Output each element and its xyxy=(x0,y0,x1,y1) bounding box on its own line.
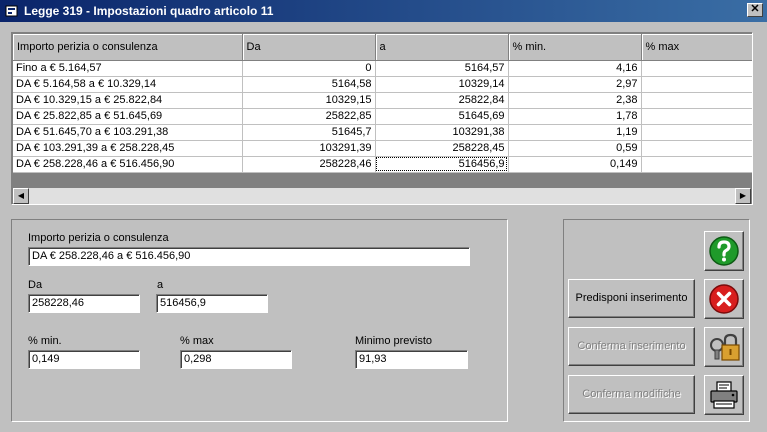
table-row-selected[interactable]: DA € 258.228,46 a € 516.456,90 258228,46… xyxy=(13,156,752,173)
grid-table: Importo perizia o consulenza Da a % min.… xyxy=(13,34,752,173)
cell-min[interactable]: 2,97 xyxy=(508,76,642,93)
cell-min[interactable]: 2,38 xyxy=(508,92,642,109)
cell-da[interactable]: 51645,7 xyxy=(242,124,376,141)
table-row[interactable]: DA € 103.291,39 a € 258.228,45 103291,39… xyxy=(13,140,752,157)
table-row[interactable]: DA € 51.645,70 a € 103.291,38 51645,7 10… xyxy=(13,124,752,141)
horizontal-scrollbar[interactable]: ◀ ▶ xyxy=(13,188,751,204)
cancel-icon xyxy=(709,284,739,314)
cell-da[interactable]: 10329,15 xyxy=(242,92,376,109)
conferma-modifiche-button[interactable]: Conferma modifiche xyxy=(568,375,695,414)
cell-max[interactable]: 4 xyxy=(641,92,752,109)
min-percent-label: % min. xyxy=(28,335,62,347)
cell-importo[interactable]: DA € 5.164,58 a € 10.329,14 xyxy=(13,76,243,93)
min-percent-field[interactable]: 0,149 xyxy=(28,350,140,369)
app-icon xyxy=(5,5,18,17)
da-label: Da xyxy=(28,279,43,291)
window-title: Legge 319 - Impostazioni quadro articolo… xyxy=(24,4,274,18)
cell-a[interactable]: 10329,14 xyxy=(375,76,509,93)
close-icon: ✕ xyxy=(750,3,760,15)
cell-importo[interactable]: DA € 25.822,85 a € 51.645,69 xyxy=(13,108,243,125)
a-field[interactable]: 516456,9 xyxy=(156,294,268,313)
minimo-previsto-label: Minimo previsto xyxy=(355,335,433,347)
cell-importo[interactable]: DA € 103.291,39 a € 258.228,45 xyxy=(13,140,243,157)
cell-max[interactable]: 1 xyxy=(641,140,752,157)
column-header-importo[interactable]: Importo perizia o consulenza xyxy=(13,34,243,61)
table-row[interactable]: DA € 25.822,85 a € 51.645,69 25822,85 51… xyxy=(13,108,752,125)
column-header-min[interactable]: % min. xyxy=(508,34,642,61)
lock-icon xyxy=(710,333,740,361)
scroll-left-button[interactable]: ◀ xyxy=(13,188,29,204)
edit-panel: Importo perizia o consulenza DA € 258.22… xyxy=(11,219,508,422)
cell-a[interactable]: 258228,45 xyxy=(375,140,509,157)
help-button[interactable] xyxy=(704,231,744,271)
a-label: a xyxy=(157,279,164,291)
cell-a[interactable]: 25822,84 xyxy=(375,92,509,109)
cell-min[interactable]: 1,78 xyxy=(508,108,642,125)
conferma-inserimento-button[interactable]: Conferma inserimento xyxy=(568,327,695,366)
column-header-a[interactable]: a xyxy=(375,34,509,61)
cell-min[interactable]: 0,149 xyxy=(508,156,642,173)
arrow-left-icon: ◀ xyxy=(17,191,25,200)
column-header-da[interactable]: Da xyxy=(242,34,376,61)
minimo-previsto-field[interactable]: 91,93 xyxy=(355,350,468,369)
close-window-button[interactable]: ✕ xyxy=(747,3,763,17)
cell-da[interactable]: 5164,58 xyxy=(242,76,376,93)
cell-max[interactable]: 2 xyxy=(641,124,752,141)
cancel-button[interactable] xyxy=(704,279,744,319)
cell-min[interactable]: 1,19 xyxy=(508,124,642,141)
cell-da[interactable]: 25822,85 xyxy=(242,108,376,125)
cell-max[interactable]: 0, xyxy=(641,156,752,173)
table-row[interactable]: DA € 5.164,58 a € 10.329,14 5164,58 1032… xyxy=(13,76,752,93)
da-field[interactable]: 258228,46 xyxy=(28,294,140,313)
cell-a-focused[interactable]: 516456,9 xyxy=(375,156,509,173)
cell-max[interactable]: 3 xyxy=(641,108,752,125)
cell-max[interactable]: 5 xyxy=(641,76,752,93)
cell-a[interactable]: 103291,38 xyxy=(375,124,509,141)
max-percent-field[interactable]: 0,298 xyxy=(180,350,292,369)
data-grid[interactable]: Importo perizia o consulenza Da a % min.… xyxy=(11,32,753,205)
cell-max[interactable]: 8 xyxy=(641,60,752,77)
cell-min[interactable]: 4,16 xyxy=(508,60,642,77)
print-button[interactable] xyxy=(704,375,744,415)
table-row[interactable]: DA € 10.329,15 a € 25.822,84 10329,15 25… xyxy=(13,92,752,109)
actions-panel: Predisponi inserimento Conferma inserime… xyxy=(563,219,750,422)
cell-da[interactable]: 0 xyxy=(242,60,376,77)
max-percent-label: % max xyxy=(180,335,214,347)
cell-importo[interactable]: DA € 258.228,46 a € 516.456,90 xyxy=(13,156,243,173)
column-header-max[interactable]: % max xyxy=(641,34,752,61)
cell-importo[interactable]: DA € 10.329,15 a € 25.822,84 xyxy=(13,92,243,109)
table-row[interactable]: Fino a € 5.164,57 0 5164,57 4,16 8 xyxy=(13,60,752,77)
importo-label: Importo perizia o consulenza xyxy=(28,232,169,244)
help-icon xyxy=(709,236,739,266)
cell-da[interactable]: 103291,39 xyxy=(242,140,376,157)
cell-a[interactable]: 51645,69 xyxy=(375,108,509,125)
cell-importo[interactable]: DA € 51.645,70 a € 103.291,38 xyxy=(13,124,243,141)
cell-a[interactable]: 5164,57 xyxy=(375,60,509,77)
lock-settings-button[interactable] xyxy=(704,327,744,367)
predisponi-inserimento-button[interactable]: Predisponi inserimento xyxy=(568,279,695,318)
scroll-right-button[interactable]: ▶ xyxy=(735,188,751,204)
importo-field[interactable]: DA € 258.228,46 a € 516.456,90 xyxy=(28,247,470,266)
printer-icon xyxy=(710,381,738,409)
cell-min[interactable]: 0,59 xyxy=(508,140,642,157)
grid-header-row: Importo perizia o consulenza Da a % min.… xyxy=(13,34,752,61)
cell-importo[interactable]: Fino a € 5.164,57 xyxy=(13,60,243,77)
cell-da[interactable]: 258228,46 xyxy=(242,156,376,173)
arrow-right-icon: ▶ xyxy=(739,191,747,200)
title-bar: Legge 319 - Impostazioni quadro articolo… xyxy=(0,0,767,22)
